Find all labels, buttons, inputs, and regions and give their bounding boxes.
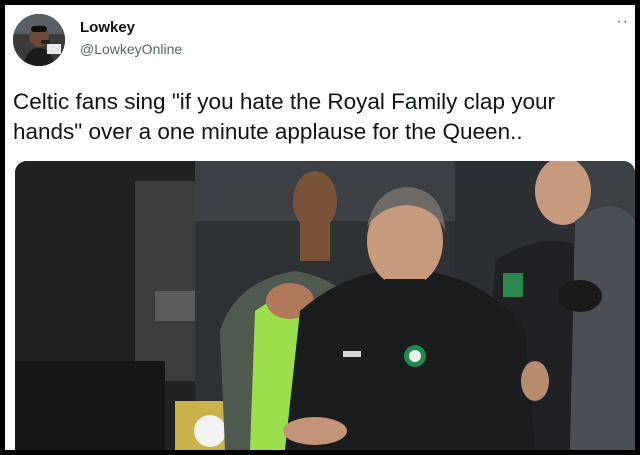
avatar-image	[13, 14, 65, 66]
display-name[interactable]: Lowkey	[80, 19, 135, 36]
tweet-card: Lowkey @LowkeyOnline ·· Celtic fans sing…	[5, 5, 635, 450]
more-horizontal-icon[interactable]: ··	[616, 13, 629, 31]
tweet-text-line-2: hands" over a one minute applause for th…	[13, 119, 523, 144]
tweet-text-line-1: Celtic fans sing "if you hate the Royal …	[13, 89, 555, 114]
stadium-scene-image	[15, 161, 635, 450]
tweet-text: Celtic fans sing "if you hate the Royal …	[13, 87, 633, 147]
avatar[interactable]	[13, 14, 65, 66]
tweet-media-photo[interactable]	[15, 161, 635, 450]
user-handle[interactable]: @LowkeyOnline	[80, 41, 182, 57]
